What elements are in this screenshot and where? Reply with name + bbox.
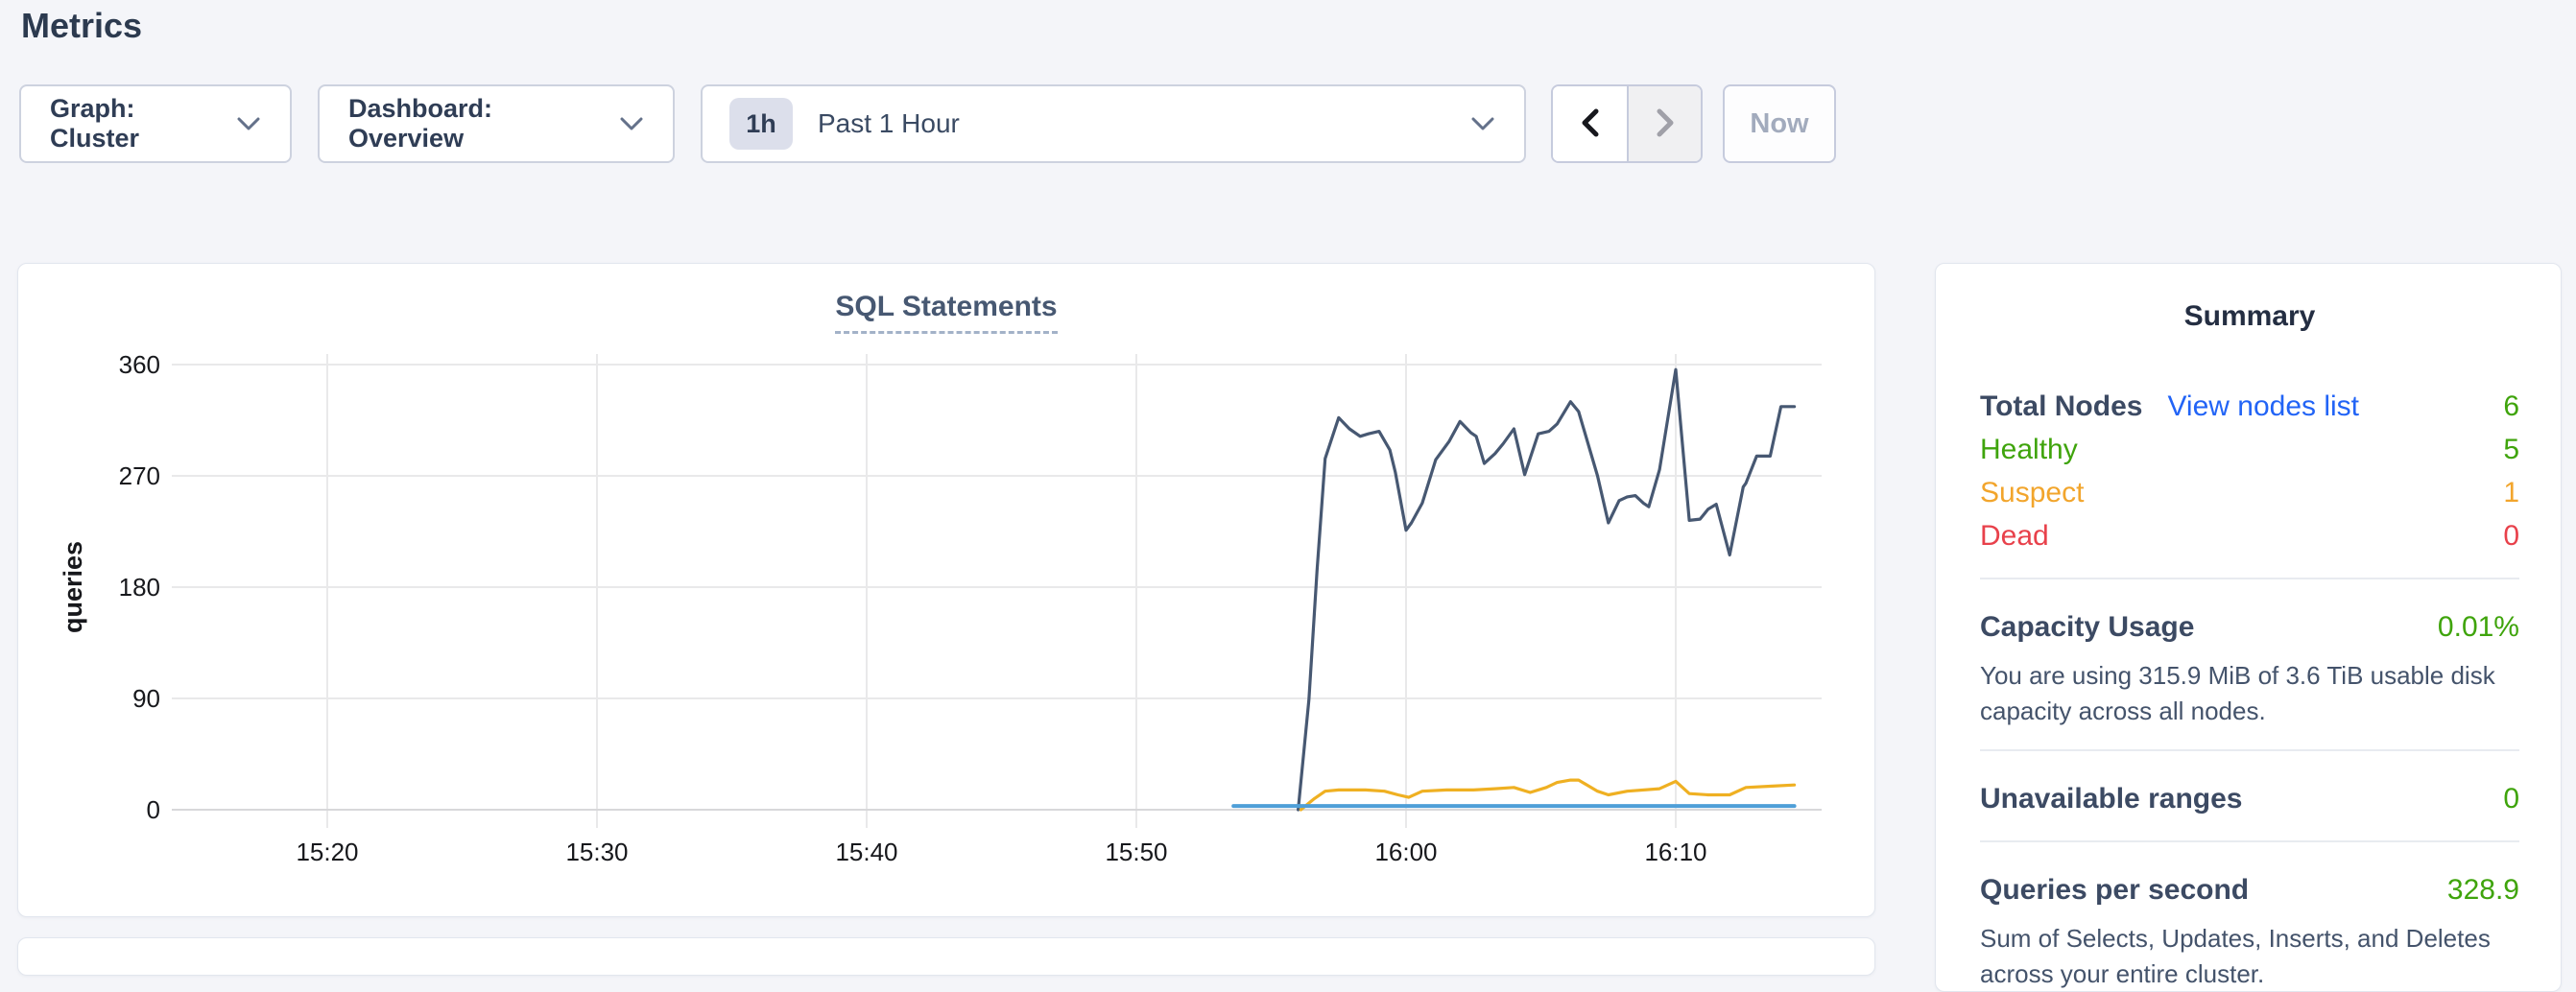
capacity-usage-label: Capacity Usage bbox=[1980, 611, 2194, 644]
y-tick-label: 90 bbox=[132, 684, 160, 713]
time-range-picker[interactable]: 1h Past 1 Hour bbox=[701, 84, 1526, 163]
series-total-statements bbox=[1299, 369, 1795, 810]
x-tick-label: 15:50 bbox=[1105, 838, 1167, 866]
x-tick-label: 16:10 bbox=[1644, 838, 1706, 866]
y-tick-label: 180 bbox=[119, 573, 160, 602]
dead-label: Dead bbox=[1980, 520, 2049, 553]
suspect-nodes-row: Suspect 1 bbox=[1980, 471, 2519, 514]
healthy-nodes-row: Healthy 5 bbox=[1980, 428, 2519, 471]
now-button-label: Now bbox=[1750, 108, 1808, 140]
healthy-value: 5 bbox=[2503, 434, 2519, 466]
suspect-label: Suspect bbox=[1980, 477, 2084, 509]
x-tick-label: 15:30 bbox=[565, 838, 628, 866]
unavailable-ranges-value: 0 bbox=[2503, 783, 2519, 815]
dashboard-dropdown-label: Dashboard: Overview bbox=[348, 94, 598, 154]
qps-section: Queries per second 328.9 Sum of Selects,… bbox=[1980, 868, 2519, 992]
metrics-toolbar: Graph: Cluster Dashboard: Overview 1h Pa… bbox=[19, 84, 1836, 163]
time-range-badge: 1h bbox=[729, 98, 793, 150]
graph-dropdown[interactable]: Graph: Cluster bbox=[19, 84, 292, 163]
capacity-usage-row: Capacity Usage 0.01% bbox=[1980, 605, 2519, 649]
qps-value: 328.9 bbox=[2447, 874, 2519, 907]
qps-row: Queries per second 328.9 bbox=[1980, 868, 2519, 911]
dead-value: 0 bbox=[2503, 520, 2519, 553]
next-time-button[interactable] bbox=[1627, 86, 1701, 161]
chevron-left-icon bbox=[1576, 104, 1605, 145]
dead-nodes-row: Dead 0 bbox=[1980, 514, 2519, 557]
capacity-usage-section: Capacity Usage 0.01% You are using 315.9… bbox=[1980, 605, 2519, 729]
chevron-down-icon bbox=[1470, 115, 1495, 132]
divider bbox=[1980, 840, 2519, 842]
total-nodes-label: Total Nodes bbox=[1980, 390, 2142, 423]
now-button[interactable]: Now bbox=[1723, 84, 1836, 163]
chart-title-row: SQL Statements bbox=[18, 291, 1874, 334]
chevron-down-icon bbox=[236, 115, 261, 132]
x-tick-label: 15:20 bbox=[296, 838, 358, 866]
page-title: Metrics bbox=[21, 6, 142, 46]
y-tick-label: 360 bbox=[119, 350, 160, 379]
healthy-label: Healthy bbox=[1980, 434, 2078, 466]
chevron-right-icon bbox=[1651, 104, 1680, 145]
x-tick-label: 16:00 bbox=[1374, 838, 1437, 866]
total-nodes-row: Total Nodes View nodes list 6 bbox=[1980, 385, 2519, 428]
previous-time-button[interactable] bbox=[1553, 86, 1627, 161]
time-range-label: Past 1 Hour bbox=[818, 108, 960, 139]
capacity-usage-value: 0.01% bbox=[2438, 611, 2519, 644]
qps-label: Queries per second bbox=[1980, 874, 2249, 907]
dashboard-dropdown[interactable]: Dashboard: Overview bbox=[318, 84, 675, 163]
y-tick-label: 0 bbox=[147, 795, 160, 824]
capacity-usage-description: You are using 315.9 MiB of 3.6 TiB usabl… bbox=[1980, 658, 2519, 729]
next-chart-card-partial bbox=[17, 937, 1875, 976]
chevron-down-icon bbox=[619, 115, 644, 132]
sql-statements-chart-card: SQL Statements 15:20 15:30 15:40 15:50 16:00… bbox=[17, 263, 1875, 917]
metrics-page: { "page": { "title": "Metrics" }, "color… bbox=[0, 0, 2576, 950]
y-tick-label: 270 bbox=[119, 461, 160, 490]
x-tick-label: 15:40 bbox=[835, 838, 897, 866]
view-nodes-list-link[interactable]: View nodes list bbox=[2167, 390, 2359, 423]
summary-panel: Summary Total Nodes View nodes list 6 He… bbox=[1935, 263, 2562, 992]
qps-description: Sum of Selects, Updates, Inserts, and De… bbox=[1980, 921, 2519, 992]
divider bbox=[1980, 749, 2519, 751]
summary-title: Summary bbox=[1980, 300, 2519, 333]
unavailable-ranges-section: Unavailable ranges 0 bbox=[1980, 777, 2519, 820]
suspect-value: 1 bbox=[2503, 477, 2519, 509]
divider bbox=[1980, 578, 2519, 579]
unavailable-ranges-label: Unavailable ranges bbox=[1980, 783, 2242, 815]
chart-title[interactable]: SQL Statements bbox=[835, 291, 1057, 334]
time-step-buttons bbox=[1551, 84, 1703, 163]
node-status-list: Total Nodes View nodes list 6 Healthy 5 … bbox=[1980, 385, 2519, 557]
sql-statements-chart: 15:20 15:30 15:40 15:50 16:00 16:10 0 90 180 270 3… bbox=[18, 264, 1876, 918]
graph-dropdown-label: Graph: Cluster bbox=[50, 94, 215, 154]
unavailable-ranges-row: Unavailable ranges 0 bbox=[1980, 777, 2519, 820]
y-axis-title: queries bbox=[59, 541, 87, 633]
total-nodes-value: 6 bbox=[2503, 390, 2519, 423]
